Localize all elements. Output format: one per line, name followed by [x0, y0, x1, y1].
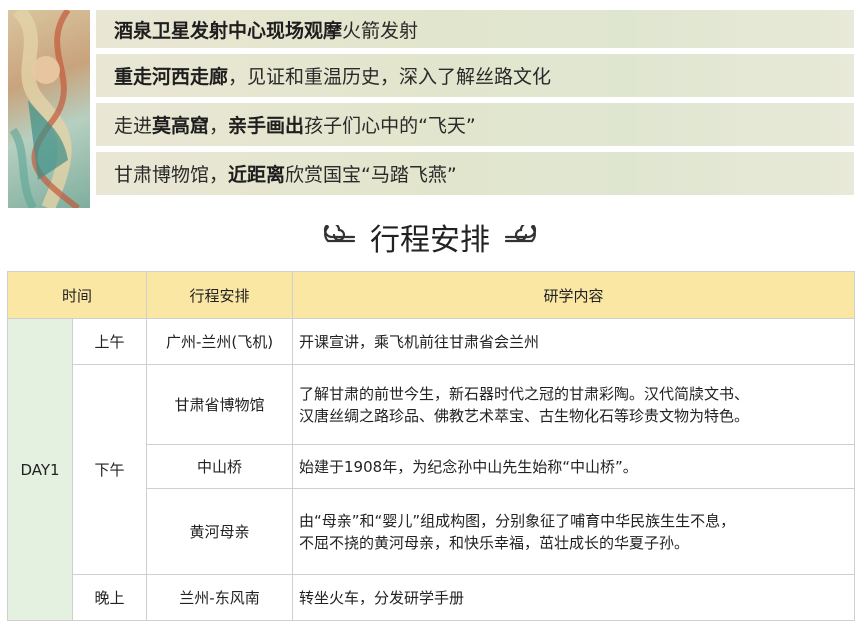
- content-line: 了解甘肃的前世今生，新石器时代之冠的甘肃彩陶。汉代简牍文书、: [299, 384, 750, 403]
- cloud-ornament-right-icon: [504, 225, 537, 243]
- schedule-cell: 黄河母亲: [146, 488, 294, 575]
- content-line: 不屈不挠的黄河母亲，和快乐幸福，茁壮成长的华夏子孙。: [299, 533, 690, 552]
- highlight-text: 走进: [114, 115, 153, 137]
- period-evening: 晚上: [71, 574, 148, 621]
- header-schedule: 行程安排: [146, 271, 294, 319]
- period-afternoon: 下午: [71, 364, 148, 575]
- highlight-bold: 亲手画出: [228, 115, 305, 137]
- period-morning: 上午: [71, 318, 148, 365]
- table-row: 下午 甘肃省博物馆 了解甘肃的前世今生，新石器时代之冠的甘肃彩陶。汉代简牍文书、…: [8, 364, 856, 575]
- table-row: DAY1 上午 广州-兰州(飞机) 开课宣讲，乘飞机前往甘肃省会兰州: [7, 318, 856, 621]
- cloud-ornament-left-icon: [323, 225, 356, 243]
- highlight-item: 酒泉卫星发射中心现场观摩 火箭发射: [96, 10, 854, 48]
- highlight-bold: 重走河西走廊: [114, 66, 229, 88]
- schedule-cell: 兰州-东风南: [146, 574, 294, 621]
- highlight-bold: 莫高窟: [152, 115, 210, 137]
- schedule-cell: 中山桥: [146, 444, 294, 489]
- highlight-list: 酒泉卫星发射中心现场观摩 火箭发射 重走河西走廊 ，见证和重温历史，深入了解丝路文化…: [96, 10, 854, 201]
- content-line: 汉唐丝绸之路珍品、佛教艺术萃宝、古生物化石等珍贵文物为特色。: [299, 406, 750, 425]
- header-content: 研学内容: [292, 271, 856, 319]
- highlight-item: 甘肃博物馆， 近距离 欣赏国宝“马踏飞燕”: [96, 152, 854, 195]
- content-line: 由“母亲”和“婴儿”组成构图，分别象征了哺育中华民族生生不息，: [299, 511, 736, 530]
- highlight-bold: 近距离: [228, 164, 286, 186]
- highlight-item: 走进 莫高窟，亲手画出 孩子们心中的“飞天”: [96, 103, 854, 146]
- schedule-cell: 广州-兰州(飞机): [146, 318, 294, 365]
- content-cell: 由“母亲”和“婴儿”组成构图，分别象征了哺育中华民族生生不息， 不屈不挠的黄河母…: [292, 488, 856, 575]
- highlight-text: 火箭发射: [342, 19, 419, 42]
- highlight-text: 欣赏国宝“马踏飞燕”: [285, 164, 457, 186]
- table-row: 晚上 兰州-东风南 转坐火车，分发研学手册: [8, 574, 856, 621]
- feitian-illustration: [8, 10, 90, 208]
- content-cell: 开课宣讲，乘飞机前往甘肃省会兰州: [292, 318, 856, 365]
- itinerary-table: 时间 行程安排 研学内容 DAY1 上午 广州-兰州(飞机) 开课宣讲，乘飞机前…: [6, 271, 856, 621]
- schedule-cell: 甘肃省博物馆: [146, 364, 294, 445]
- section-title: 行程安排: [370, 223, 490, 258]
- highlight-text: 甘肃博物馆，: [114, 164, 229, 186]
- highlight-text: 孩子们心中的“飞天”: [304, 115, 476, 137]
- highlight-item: 重走河西走廊 ，见证和重温历史，深入了解丝路文化: [96, 54, 854, 97]
- table-header-row: 时间 行程安排 研学内容: [6, 271, 856, 319]
- header-time: 时间: [6, 271, 148, 319]
- highlight-text: ，: [209, 115, 229, 137]
- content-cell: 始建于1908年，为纪念孙中山先生始称“中山桥”。: [292, 444, 856, 489]
- content-cell: 了解甘肃的前世今生，新石器时代之冠的甘肃彩陶。汉代简牍文书、 汉唐丝绸之路珍品、…: [292, 364, 856, 445]
- highlight-bold: 酒泉卫星发射中心现场观摩: [114, 19, 343, 42]
- content-cell: 转坐火车，分发研学手册: [292, 574, 856, 621]
- highlight-text: ，见证和重温历史，深入了解丝路文化: [228, 66, 552, 88]
- day-label: DAY1: [7, 318, 73, 621]
- section-header: 行程安排: [0, 212, 860, 262]
